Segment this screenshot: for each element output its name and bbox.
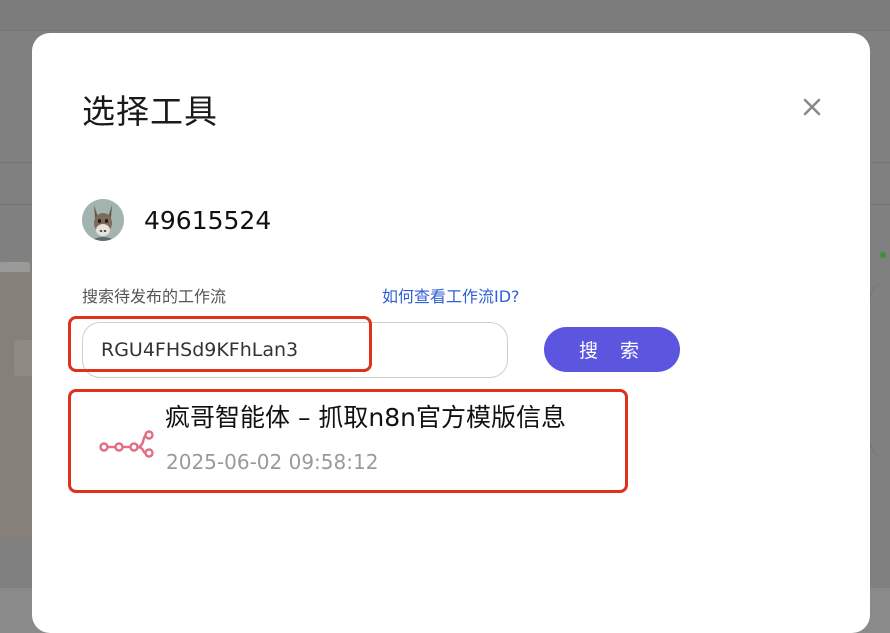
user-id: 49615524 xyxy=(144,205,272,235)
dialog-title: 选择工具 xyxy=(82,92,218,131)
background-connector xyxy=(869,280,890,460)
workflow-search-input[interactable] xyxy=(82,322,508,378)
select-tool-dialog: 选择工具 49615524 搜索待发布的工作流 如何查看工作流ID? 搜 xyxy=(32,33,870,633)
close-icon xyxy=(803,98,821,116)
donkey-avatar-icon xyxy=(82,199,124,241)
background-status-dot xyxy=(880,252,886,258)
n8n-workflow-icon xyxy=(99,430,154,458)
background-topbar xyxy=(0,0,890,31)
workflow-result-item[interactable]: 疯哥智能体 – 抓取n8n官方模版信息 2025-06-02 09:58:12 xyxy=(68,389,628,493)
search-button[interactable]: 搜 索 xyxy=(544,327,680,372)
user-info: 49615524 xyxy=(82,199,271,241)
workflow-timestamp: 2025-06-02 09:58:12 xyxy=(166,450,379,474)
close-button[interactable] xyxy=(798,93,826,121)
search-label: 搜索待发布的工作流 xyxy=(82,287,227,306)
workflow-name: 疯哥智能体 – 抓取n8n官方模版信息 xyxy=(165,403,566,432)
workflow-id-help-link[interactable]: 如何查看工作流ID? xyxy=(382,283,520,307)
background-tag xyxy=(0,262,30,272)
avatar xyxy=(82,199,124,241)
